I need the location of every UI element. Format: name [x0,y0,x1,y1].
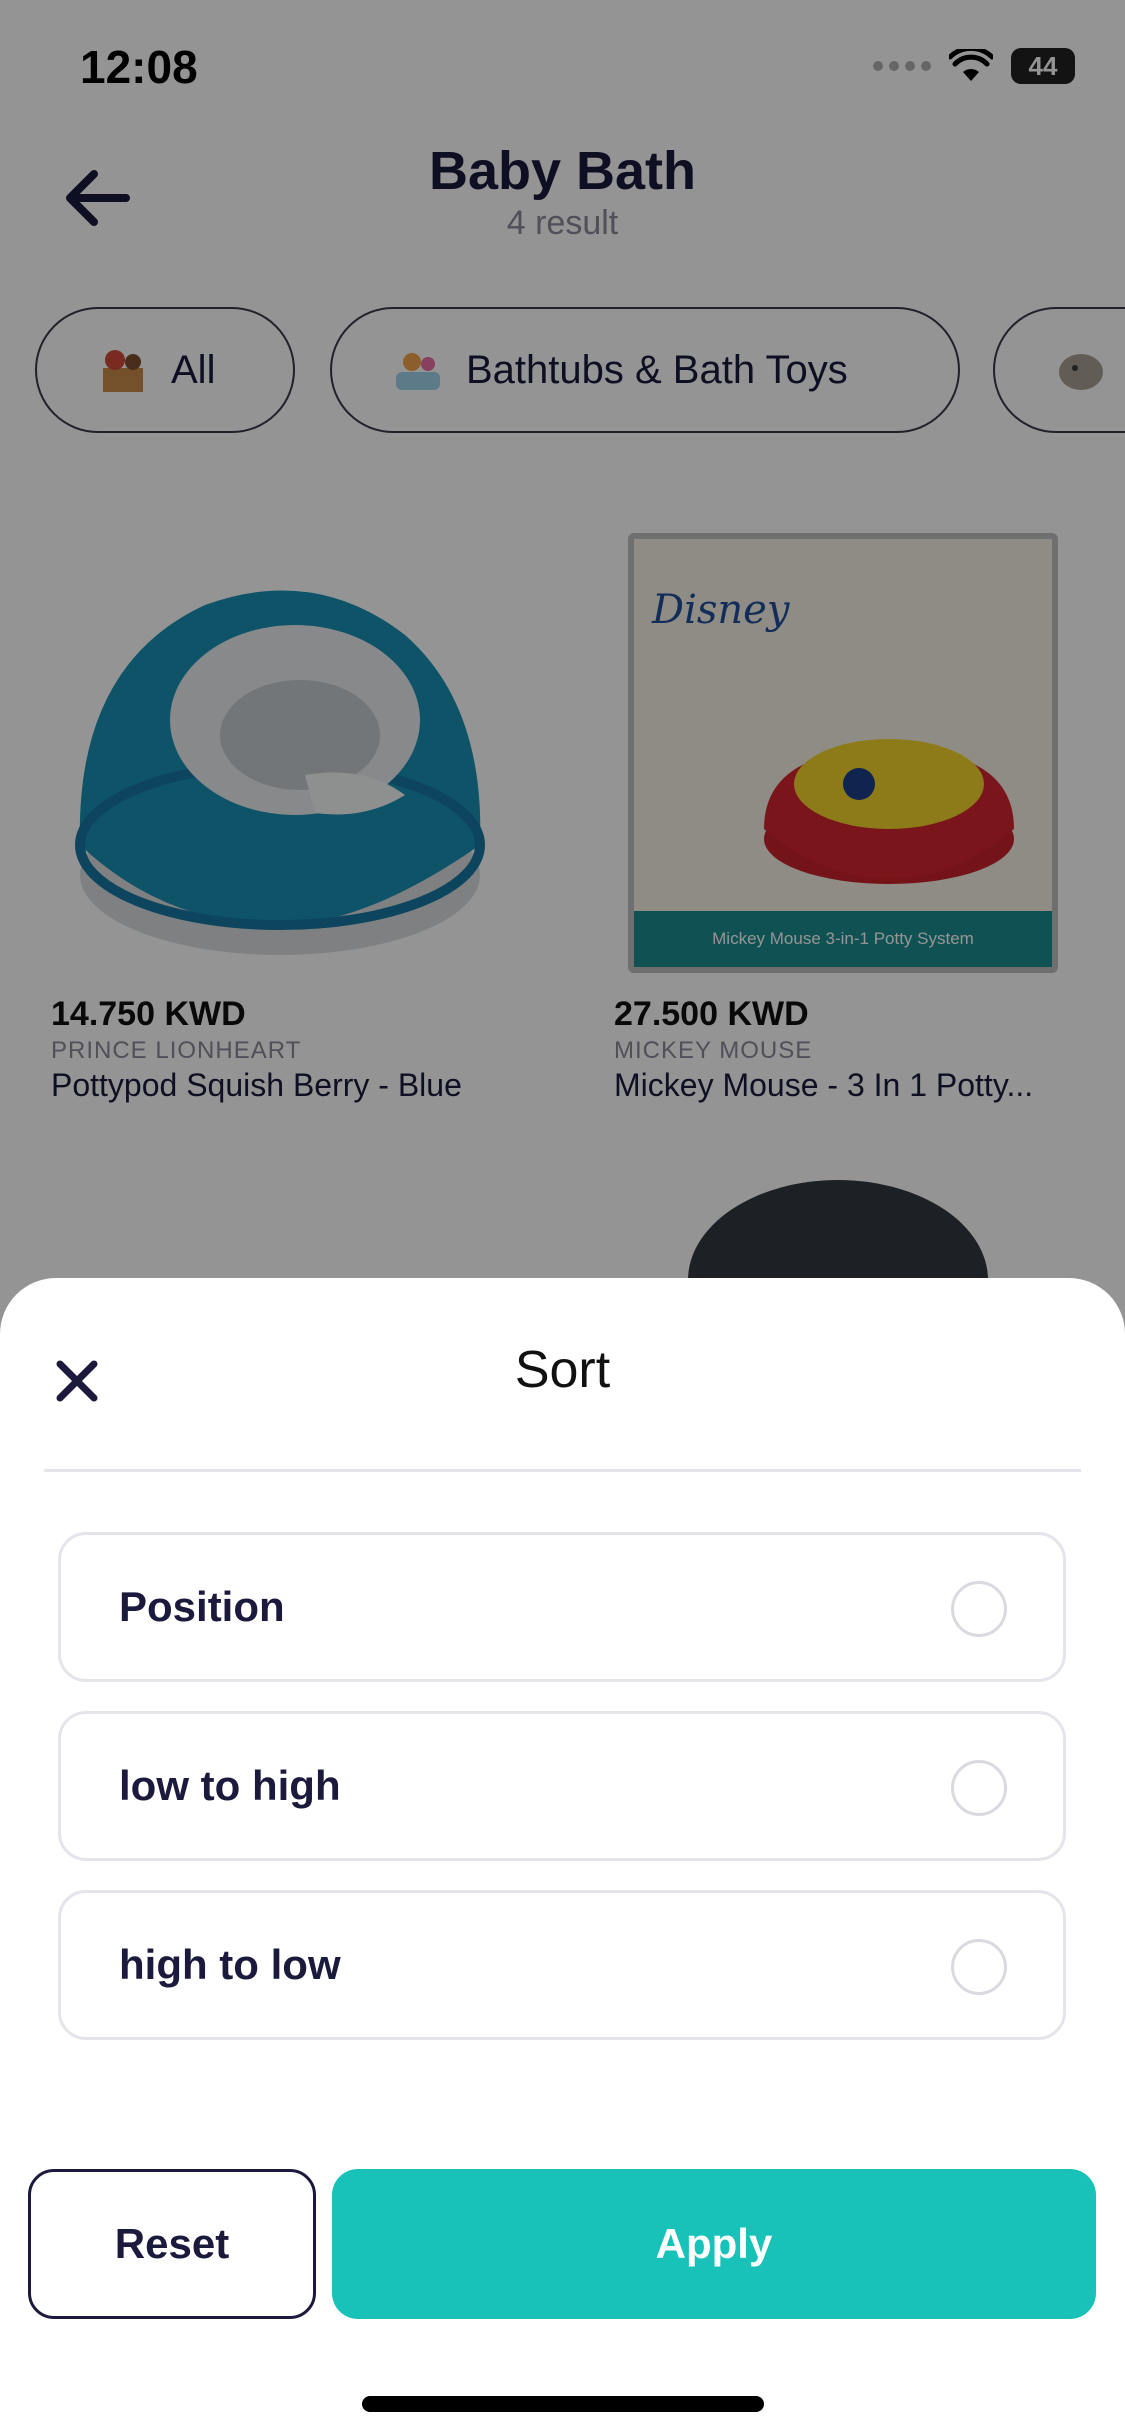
divider [44,1469,1081,1472]
radio-button[interactable] [951,1939,1007,1995]
sort-option-low-to-high[interactable]: low to high [58,1711,1066,1861]
sort-option-label: low to high [119,1762,341,1809]
sort-option-high-to-low[interactable]: high to low [58,1890,1066,2040]
sheet-title: Sort [514,1341,611,1399]
radio-button[interactable] [951,1581,1007,1637]
apply-button[interactable]: Apply [332,2169,1096,2319]
reset-button[interactable]: Reset [28,2169,316,2319]
sort-option-label: high to low [119,1941,341,1988]
home-indicator [362,2396,764,2412]
sort-option-label: Position [119,1583,285,1630]
sort-bottom-sheet: Sort Position low to high high to low Re… [0,1278,1125,2436]
radio-button[interactable] [951,1760,1007,1816]
sort-option-position[interactable]: Position [58,1532,1066,1682]
